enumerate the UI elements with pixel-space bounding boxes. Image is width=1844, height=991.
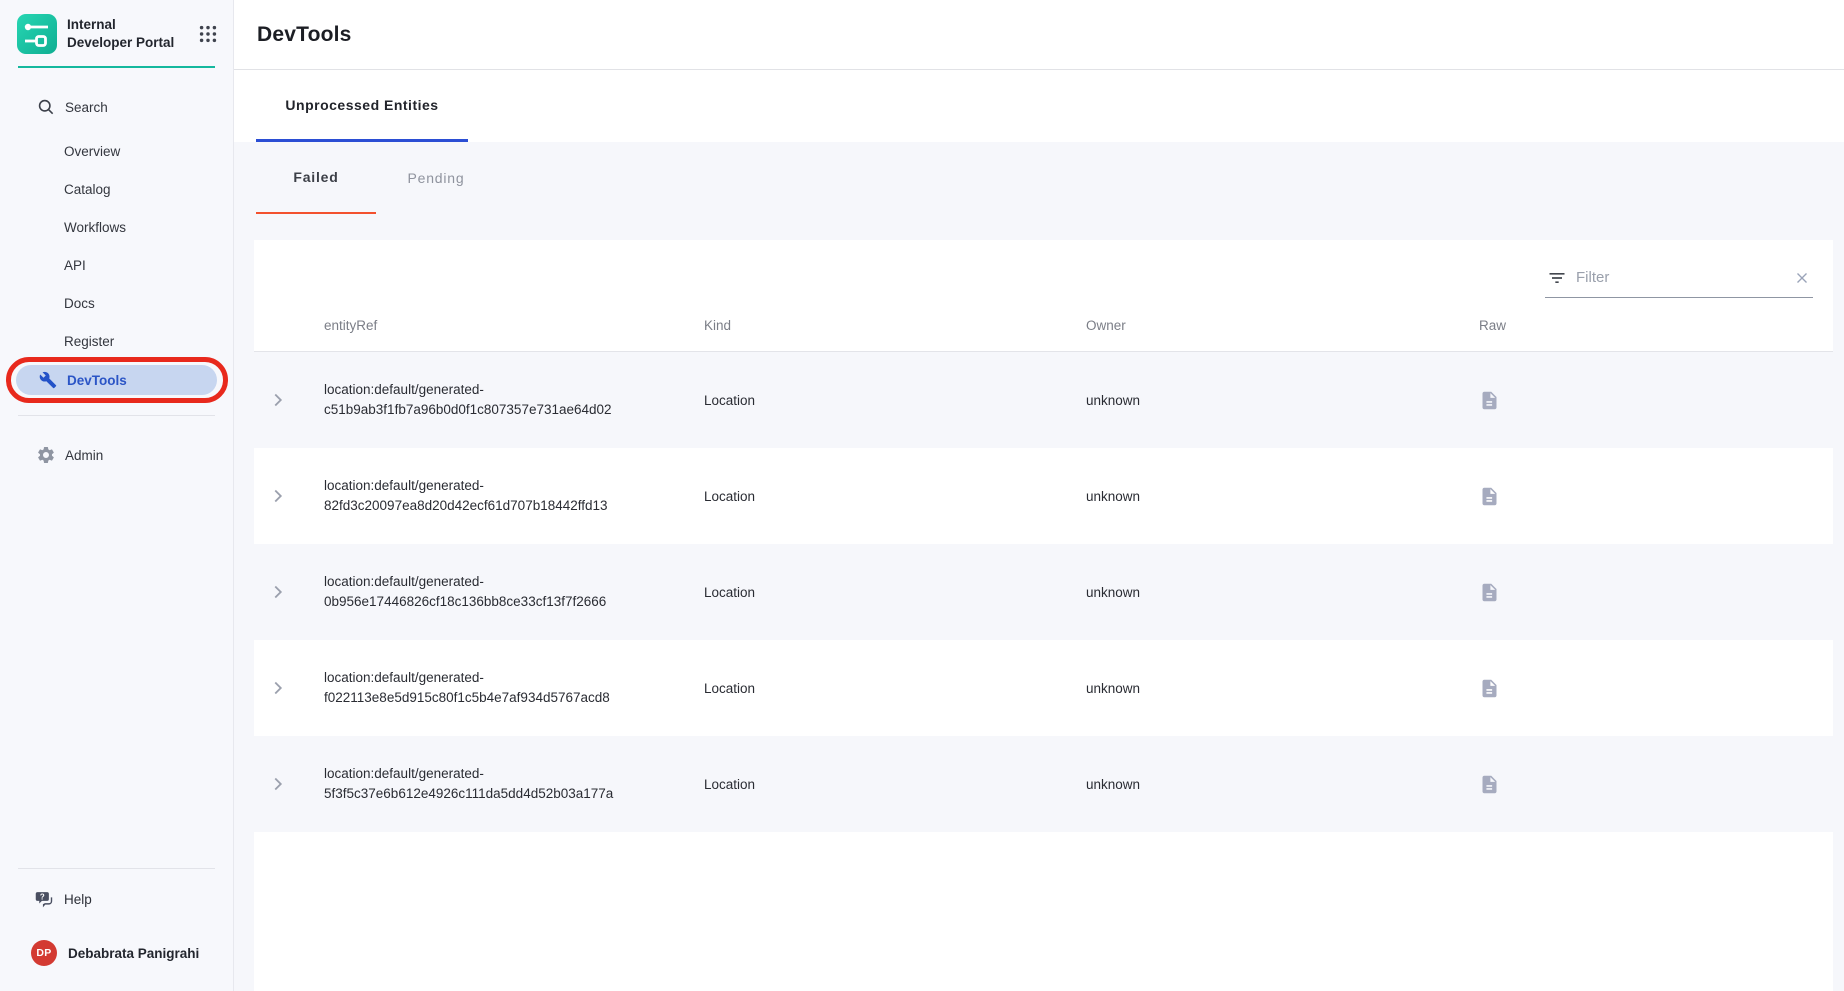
- tab-bar: Unprocessed Entities: [234, 70, 1844, 142]
- sidebar-item-label: DevTools: [67, 373, 127, 388]
- sidebar-nav: Search Overview Catalog Workflows API Do…: [0, 88, 233, 474]
- column-header-raw: Raw: [1479, 318, 1833, 333]
- raw-document-icon[interactable]: [1479, 678, 1500, 699]
- sidebar-item-label: Search: [65, 100, 108, 115]
- expand-row-chevron-icon[interactable]: [267, 485, 289, 507]
- entity-ref: location:default/generated-82fd3c20097ea…: [324, 476, 664, 515]
- portal-logo-icon: [17, 14, 57, 54]
- entities-table-card: entityRef Kind Owner Raw location:defaul…: [254, 240, 1833, 991]
- entity-owner: unknown: [1086, 681, 1479, 696]
- page-header: DevTools: [234, 0, 1844, 70]
- sidebar-divider: [18, 415, 215, 416]
- sidebar: Internal Developer Portal Search: [0, 0, 234, 991]
- table-row: location:default/generated-5f3f5c37e6b61…: [254, 736, 1833, 832]
- clear-filter-icon[interactable]: [1793, 269, 1811, 287]
- help-chat-icon: ?: [34, 889, 55, 910]
- sidebar-bottom: ? Help DP Debabrata Panigrahi: [0, 848, 233, 991]
- svg-text:?: ?: [40, 892, 45, 901]
- filter-list-icon: [1547, 268, 1567, 288]
- avatar: DP: [31, 940, 57, 966]
- entity-ref: location:default/generated-5f3f5c37e6b61…: [324, 764, 664, 803]
- expand-row-chevron-icon[interactable]: [267, 773, 289, 795]
- portal-title: Internal Developer Portal: [67, 16, 179, 51]
- expand-row-chevron-icon[interactable]: [267, 581, 289, 603]
- entity-kind: Location: [704, 489, 1086, 504]
- sidebar-brand-divider: [18, 66, 215, 68]
- raw-document-icon[interactable]: [1479, 486, 1500, 507]
- entity-kind: Location: [704, 585, 1086, 600]
- table-row: location:default/generated-c51b9ab3f1fb7…: [254, 352, 1833, 448]
- user-menu[interactable]: DP Debabrata Panigrahi: [0, 931, 233, 975]
- expand-row-chevron-icon[interactable]: [267, 389, 289, 411]
- wrench-icon: [39, 371, 57, 389]
- expand-row-chevron-icon[interactable]: [267, 677, 289, 699]
- sidebar-item-label: Docs: [64, 296, 95, 311]
- sidebar-item-label: Catalog: [64, 182, 111, 197]
- help-label: Help: [64, 892, 92, 907]
- sidebar-item-overview[interactable]: Overview: [0, 132, 233, 170]
- sidebar-item-label: Workflows: [64, 220, 126, 235]
- help-button[interactable]: ? Help: [0, 879, 233, 919]
- sidebar-item-catalog[interactable]: Catalog: [0, 170, 233, 208]
- sidebar-item-label: Overview: [64, 144, 120, 159]
- entity-owner: unknown: [1086, 489, 1479, 504]
- sidebar-item-docs[interactable]: Docs: [0, 284, 233, 322]
- entity-kind: Location: [704, 681, 1086, 696]
- sidebar-item-label: API: [64, 258, 86, 273]
- raw-document-icon[interactable]: [1479, 582, 1500, 603]
- tab-unprocessed-entities[interactable]: Unprocessed Entities: [256, 70, 468, 142]
- table-header-row: entityRef Kind Owner Raw: [254, 300, 1833, 352]
- sidebar-item-api[interactable]: API: [0, 246, 233, 284]
- filter-input[interactable]: [1576, 269, 1784, 286]
- column-header-owner: Owner: [1086, 318, 1479, 333]
- apps-grid-icon[interactable]: [197, 23, 219, 45]
- content-area: Failed Pending: [234, 142, 1844, 991]
- entity-ref: location:default/generated-0b956e1744682…: [324, 572, 664, 611]
- sidebar-item-workflows[interactable]: Workflows: [0, 208, 233, 246]
- subtab-bar: Failed Pending: [256, 142, 1844, 214]
- sidebar-item-devtools[interactable]: DevTools: [16, 365, 217, 395]
- entity-owner: unknown: [1086, 393, 1479, 408]
- entity-ref: location:default/generated-c51b9ab3f1fb7…: [324, 380, 664, 419]
- raw-document-icon[interactable]: [1479, 774, 1500, 795]
- sidebar-item-admin[interactable]: Admin: [0, 436, 233, 474]
- gear-icon: [36, 445, 56, 465]
- subtab-failed[interactable]: Failed: [256, 142, 376, 214]
- table-row: location:default/generated-0b956e1744682…: [254, 544, 1833, 640]
- entity-kind: Location: [704, 393, 1086, 408]
- entity-owner: unknown: [1086, 585, 1479, 600]
- page-title: DevTools: [257, 23, 352, 47]
- sidebar-item-register[interactable]: Register: [0, 322, 233, 360]
- sidebar-divider: [18, 868, 215, 869]
- entity-ref: location:default/generated-f022113e8e5d9…: [324, 668, 664, 707]
- entity-owner: unknown: [1086, 777, 1479, 792]
- user-name: Debabrata Panigrahi: [68, 946, 199, 961]
- column-header-entityref: entityRef: [324, 318, 704, 333]
- sidebar-item-label: Admin: [65, 448, 103, 463]
- column-header-kind: Kind: [704, 318, 1086, 333]
- logo-row[interactable]: Internal Developer Portal: [0, 0, 233, 54]
- subtab-pending[interactable]: Pending: [376, 142, 496, 214]
- filter-box: [1545, 260, 1813, 298]
- sidebar-spacer: [0, 474, 233, 848]
- sidebar-item-search[interactable]: Search: [0, 88, 233, 126]
- table-row: location:default/generated-f022113e8e5d9…: [254, 640, 1833, 736]
- table-toolbar: [254, 240, 1833, 300]
- main-area: DevTools Unprocessed Entities Failed Pen…: [234, 0, 1844, 991]
- search-icon: [36, 97, 56, 117]
- entity-kind: Location: [704, 777, 1086, 792]
- app-window: Internal Developer Portal Search: [0, 0, 1844, 991]
- table-row: location:default/generated-82fd3c20097ea…: [254, 448, 1833, 544]
- sidebar-item-label: Register: [64, 334, 114, 349]
- raw-document-icon[interactable]: [1479, 390, 1500, 411]
